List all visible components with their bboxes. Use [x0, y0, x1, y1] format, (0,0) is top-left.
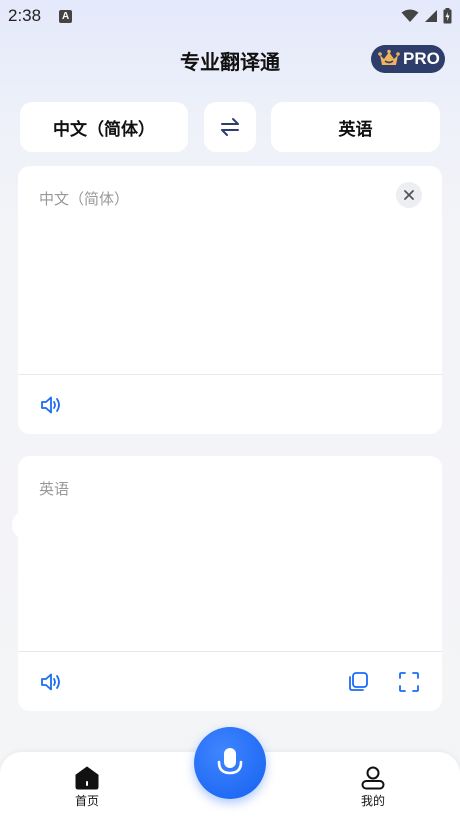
home-icon [75, 766, 99, 790]
fullscreen-button[interactable] [396, 669, 422, 695]
card-divider [18, 651, 442, 652]
floating-handle[interactable] [12, 510, 28, 540]
notification-icon: A [59, 9, 73, 23]
nav-label-mine: 我的 [360, 794, 385, 808]
nav-item-mine[interactable]: 我的 [343, 766, 403, 809]
target-language-button[interactable]: 英语 [271, 102, 440, 152]
user-icon [361, 766, 385, 790]
source-speak-button[interactable] [39, 392, 65, 418]
target-output-card: 英语 [18, 456, 442, 711]
copy-button[interactable] [345, 669, 371, 695]
speaker-icon [41, 396, 60, 414]
status-time: 2:38 [8, 6, 42, 25]
source-language-button[interactable]: 中文（简体） [20, 102, 188, 152]
status-icons [401, 8, 452, 24]
source-input-placeholder[interactable]: 中文（简体） [39, 188, 129, 209]
microphone-icon [217, 748, 243, 775]
nav-label-home: 首页 [74, 794, 99, 808]
nav-item-home[interactable]: 首页 [57, 766, 117, 809]
swap-icon [221, 118, 239, 136]
fullscreen-icon [399, 672, 419, 692]
language-selector: 中文（简体） 英语 [20, 102, 440, 152]
target-output-placeholder: 英语 [39, 480, 70, 498]
close-icon [404, 190, 414, 200]
copy-icon [349, 672, 368, 691]
swap-languages-button[interactable] [204, 102, 256, 152]
clear-input-button[interactable] [396, 182, 422, 208]
crown-icon [378, 49, 400, 65]
pro-badge[interactable]: PRO [371, 45, 445, 73]
signal-icon [425, 10, 437, 22]
app-header: 专业翻译通 PRO [0, 40, 460, 80]
speaker-icon [41, 673, 60, 691]
wifi-icon [401, 9, 419, 22]
pro-label: PRO [403, 49, 440, 68]
battery-icon [443, 8, 452, 24]
card-divider [18, 374, 442, 375]
target-speak-button[interactable] [39, 669, 65, 695]
status-bar: 2:38 A [0, 0, 460, 32]
voice-input-button[interactable] [194, 727, 266, 799]
source-input-card[interactable]: 中文（简体） [18, 166, 442, 434]
